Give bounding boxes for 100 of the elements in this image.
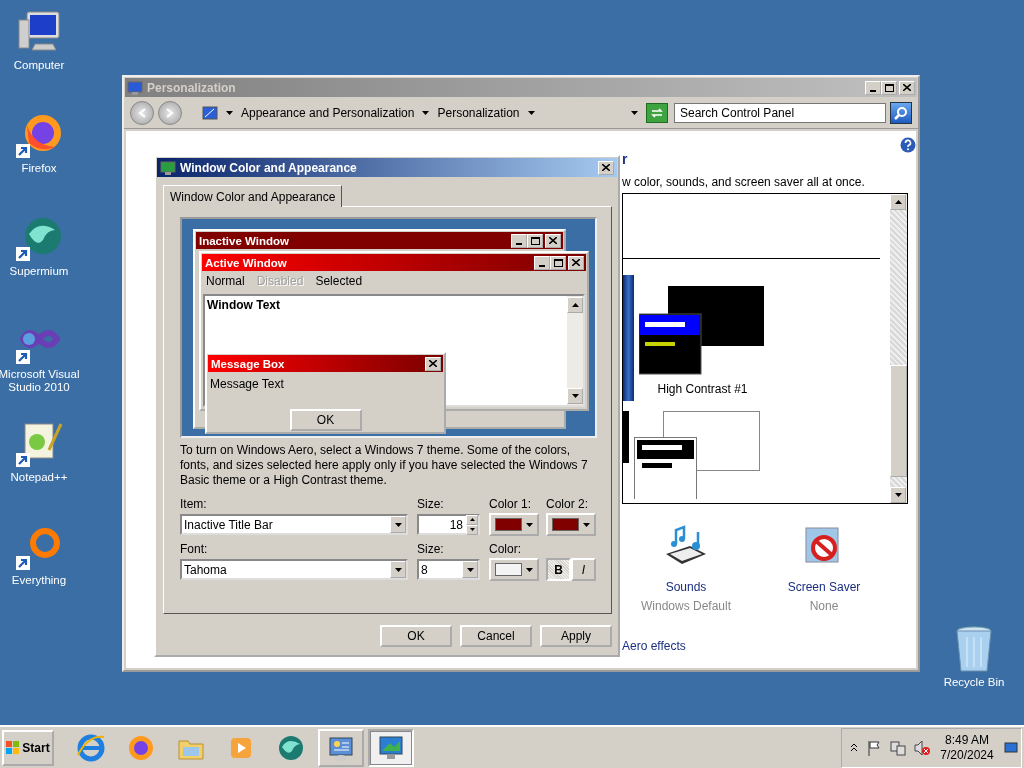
close-icon (549, 237, 557, 244)
search-icon (894, 106, 908, 120)
window-text: Window Text (206, 297, 281, 314)
color-picker-button[interactable] (489, 513, 539, 536)
close-button[interactable] (568, 255, 584, 270)
minimize-button[interactable] (865, 80, 881, 95)
menu-item[interactable]: Normal (206, 274, 245, 290)
chevron-up-icon[interactable] (850, 743, 858, 752)
flag-icon[interactable] (866, 739, 882, 756)
close-icon (429, 360, 437, 367)
scrollbar[interactable] (890, 194, 907, 503)
refresh-icon (650, 107, 664, 119)
theme-thumbnail[interactable] (634, 411, 761, 499)
close-icon (903, 84, 911, 91)
window-title: Window Color and Appearance (180, 160, 358, 175)
search-button[interactable] (890, 102, 912, 124)
icon-label: Firefox (20, 162, 58, 175)
theme-name[interactable]: High Contrast #1 (657, 382, 748, 396)
color-picker-button[interactable] (489, 558, 539, 581)
item-dropdown[interactable]: Inactive Title Bar (180, 514, 408, 535)
field-label: Item: (180, 497, 208, 513)
theme-thumbnail[interactable] (623, 275, 634, 401)
maximize-icon (884, 83, 894, 92)
ok-button[interactable]: OK (289, 409, 362, 431)
icon-label: Everything (10, 574, 68, 587)
icon-label: Notepad++ (9, 471, 69, 484)
caret-icon (571, 303, 579, 307)
maximize-button[interactable] (881, 80, 897, 95)
globe-e-icon (76, 732, 106, 763)
breadcrumb-item[interactable]: Appearance and Personalization (241, 106, 415, 120)
back-button[interactable] (130, 101, 154, 125)
color-picker-button[interactable] (546, 513, 596, 536)
close-button[interactable] (598, 160, 614, 175)
setting-link[interactable]: Sounds (665, 580, 707, 594)
forward-button[interactable] (158, 101, 182, 125)
network-icon[interactable] (890, 739, 906, 756)
icon-label: Microsoft Visual Studio 2010 (0, 368, 81, 394)
dialog-button[interactable]: Apply (540, 625, 612, 647)
minimize-icon (516, 242, 522, 245)
close-icon (572, 259, 580, 266)
setting-link[interactable]: Screen Saver (787, 580, 861, 594)
icon-label: Computer (12, 59, 66, 72)
help-icon[interactable] (900, 137, 916, 153)
dialog-button[interactable]: OK (380, 625, 452, 647)
caret-icon (583, 522, 590, 527)
maximize-button[interactable] (550, 255, 566, 270)
theme-thumbnail[interactable] (639, 286, 766, 376)
font-size-dropdown[interactable]: 8 (417, 559, 480, 580)
address-bar[interactable]: Appearance and Personalization Personalization (198, 102, 642, 124)
setting-value: None (809, 599, 839, 613)
tab[interactable]: Window Color and Appearance (163, 185, 343, 207)
show-desktop-icon[interactable] (1004, 741, 1018, 754)
caret-icon (631, 111, 638, 115)
caret-icon (469, 528, 475, 531)
caret-icon (226, 111, 233, 115)
monitor-icon (160, 160, 176, 175)
italic-toggle[interactable]: I (571, 558, 596, 581)
close-button[interactable] (899, 80, 915, 95)
breadcrumb-item[interactable]: Personalization (437, 106, 520, 120)
message-text: Message Text (209, 376, 285, 393)
size-spinner[interactable]: 18 (417, 514, 480, 535)
taskbar-app-button[interactable] (368, 728, 414, 767)
caret-icon (394, 567, 402, 572)
caret-icon (469, 518, 475, 521)
dialog-button[interactable]: Cancel (460, 625, 532, 647)
minimize-icon (870, 89, 876, 92)
close-icon (602, 164, 610, 171)
info-text: To turn on Windows Aero, select a Windows 7 theme. Some of the colors, fonts, and sizes selected here apply only if you have selected the Windows 7 Basic theme or a High Contrast theme. (180, 443, 589, 488)
taskbar-app-button[interactable] (318, 728, 364, 767)
field-label: Size: (417, 542, 445, 558)
icon-label: Supermium (8, 265, 70, 278)
setting-value: Windows Default (640, 599, 731, 613)
caret-icon (526, 567, 533, 572)
search-field[interactable]: Search Control Panel (674, 103, 886, 123)
monitor-icon (127, 80, 143, 95)
speaker-muted-icon[interactable] (914, 739, 930, 756)
field-label: Color: (489, 542, 522, 558)
font-dropdown[interactable]: Tahoma (180, 559, 408, 580)
page-heading: r (622, 151, 629, 169)
notepad-icon[interactable] (15, 420, 63, 468)
start-button[interactable]: Start (2, 729, 54, 766)
icon-label: Recycle Bin (942, 676, 1006, 689)
window-title: Message Box (211, 357, 286, 370)
field-label: Size: (417, 497, 445, 513)
page-description: w color, sounds, and screen saver all at once. (622, 175, 866, 189)
close-button[interactable] (425, 356, 441, 371)
refresh-button[interactable] (646, 103, 668, 123)
aero-effects-link[interactable]: Aero effects (622, 639, 908, 653)
bold-toggle[interactable]: B (546, 558, 571, 581)
field-label: Font: (180, 542, 209, 558)
caret-icon (894, 493, 902, 497)
theme-thumbnail[interactable] (623, 411, 629, 463)
menu-item[interactable]: Selected (315, 274, 363, 290)
scrollbar[interactable] (567, 296, 583, 405)
clock-time: 8:49 AM (945, 732, 989, 748)
minimize-button[interactable] (534, 255, 550, 270)
window-title: Personalization (147, 80, 237, 95)
trash-can-icon[interactable] (954, 625, 994, 673)
caret-icon (527, 111, 535, 115)
clock[interactable]: 8:49 AM 7/20/2024 (938, 732, 996, 763)
